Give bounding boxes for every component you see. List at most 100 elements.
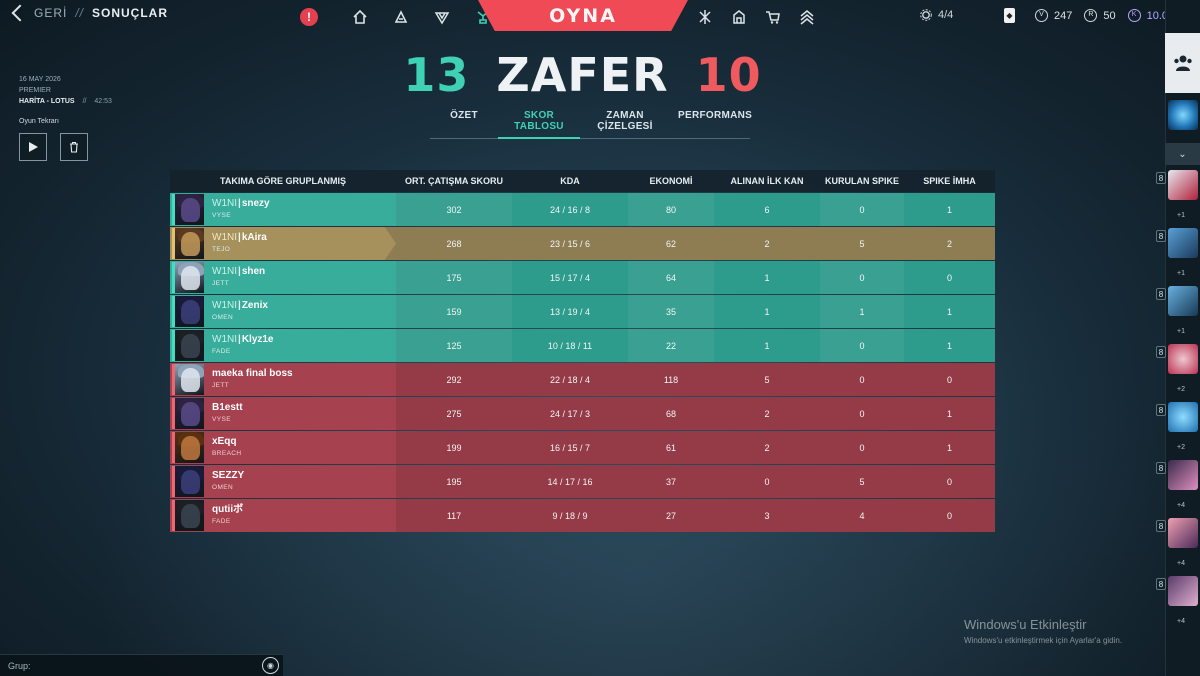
acs-value: 159 [396, 295, 512, 328]
friend-party-count: +1 [1177, 328, 1185, 335]
first-bloods-value: 5 [764, 374, 770, 385]
chevron-down-icon[interactable]: ⌄ [1165, 143, 1200, 165]
table-row[interactable]: W1NI|kAira TEJO 268 23 / 15 / 6 62 2 5 2 [170, 227, 995, 260]
tab-summary[interactable]: ÖZET [430, 106, 498, 139]
economy-value: 68 [665, 408, 676, 419]
defuses-value: 1 [946, 306, 952, 317]
store-icon[interactable] [763, 5, 783, 29]
rank-badge-icon: 8 [1156, 578, 1166, 590]
agents-icon[interactable] [389, 5, 413, 29]
gear-icon [920, 9, 932, 21]
economy-value: 61 [665, 442, 676, 453]
player-name: snezy [241, 197, 270, 209]
back-button[interactable]: GERİ // SONUÇLAR [8, 4, 168, 22]
kda-value: 24 / 16 / 8 [549, 204, 591, 215]
replay-delete-button[interactable] [60, 133, 88, 161]
player-cell[interactable]: W1NI|shen JETT [170, 261, 396, 294]
friend-avatar[interactable] [1168, 402, 1198, 432]
player-cell[interactable]: W1NI|kAira TEJO [170, 227, 396, 260]
col-defuses[interactable]: SPIKE İMHA [904, 176, 995, 186]
agent-portrait [172, 296, 204, 327]
col-first-bloods[interactable]: ALINAN İLK KAN [714, 176, 820, 186]
party-status[interactable]: 4/4 [920, 9, 953, 21]
plants-value: 0 [820, 261, 904, 294]
col-acs[interactable]: ORT. ÇATIŞMA SKORU [396, 176, 512, 186]
player-cell[interactable]: xEqq BREACH [170, 431, 396, 464]
plants-value: 0 [859, 408, 865, 419]
home-icon[interactable] [348, 5, 372, 29]
player-name: qutiiボ [212, 503, 244, 515]
table-row[interactable]: W1NI|shen JETT 175 15 / 17 / 4 64 1 0 0 [170, 261, 995, 294]
player-cell[interactable]: W1NI|Zenix OMEN [170, 295, 396, 328]
table-row[interactable]: qutiiボ FADE 117 9 / 18 / 9 27 3 4 0 [170, 499, 995, 532]
radianite-icon: R [1084, 9, 1098, 22]
col-economy[interactable]: EKONOMİ [628, 176, 714, 186]
collection-icon[interactable] [729, 5, 749, 29]
group-label: Grup: [8, 660, 31, 671]
radianite-value: 50 [1103, 9, 1116, 22]
team-separator: | [238, 299, 241, 311]
table-row[interactable]: xEqq BREACH 199 16 / 15 / 7 61 2 0 1 [170, 431, 995, 464]
premier-icon[interactable] [695, 5, 715, 29]
vp-value: 247 [1054, 9, 1073, 22]
defuses-value: 0 [946, 272, 952, 283]
acs-value: 175 [396, 261, 512, 294]
friend-avatar[interactable] [1168, 576, 1198, 606]
agent-name: FADE [212, 347, 231, 355]
player-team-tag: W1NI [212, 197, 237, 209]
group-chat-bar[interactable]: Grup: [0, 654, 283, 676]
agent-name: OMEN [212, 483, 234, 491]
col-plants[interactable]: KURULAN SPIKE [820, 176, 904, 186]
friend-avatar[interactable] [1168, 228, 1198, 258]
player-cell[interactable]: SEZZY OMEN [170, 465, 396, 498]
tab-scoreboard[interactable]: SKOR TABLOSU [498, 106, 580, 139]
defuses-value: 1 [946, 204, 952, 215]
friend-avatar[interactable] [1168, 518, 1198, 548]
col-group[interactable]: TAKIMA GÖRE GRUPLANMIŞ [170, 176, 396, 186]
match-score: 13 ZAFER 10 [0, 48, 1165, 102]
player-cell[interactable]: W1NI|Klyz1e FADE [170, 329, 396, 362]
tab-performance[interactable]: PERFORMANS [670, 106, 752, 139]
defuses-value: 2 [946, 238, 952, 249]
rank-badge-icon: 8 [1156, 172, 1166, 184]
table-row[interactable]: SEZZY OMEN 195 14 / 17 / 16 37 0 5 0 [170, 465, 995, 498]
table-row[interactable]: W1NI|Zenix OMEN 159 13 / 19 / 4 35 1 1 1 [170, 295, 995, 328]
plants-value: 4 [859, 510, 865, 521]
scoreboard: TAKIMA GÖRE GRUPLANMIŞ ORT. ÇATIŞMA SKOR… [170, 170, 995, 532]
agent-portrait [172, 330, 204, 361]
agent-portrait [172, 228, 204, 259]
agent-name: VYSE [212, 415, 231, 423]
economy-value: 37 [665, 476, 676, 487]
kda-value: 15 / 17 / 4 [549, 272, 591, 283]
acs-value: 195 [446, 476, 462, 487]
player-cell[interactable]: qutiiボ FADE [170, 499, 396, 532]
replay-play-button[interactable] [19, 133, 47, 161]
col-kda[interactable]: KDA [512, 176, 628, 186]
match-outcome: ZAFER [496, 48, 669, 102]
tab-timeline[interactable]: ZAMAN ÇİZELGESİ [580, 106, 670, 139]
table-row[interactable]: B1estt VYSE 275 24 / 17 / 3 68 2 0 1 [170, 397, 995, 430]
friends-button[interactable] [1165, 33, 1200, 93]
kda-value: 10 / 18 / 11 [547, 340, 593, 351]
rank-icon[interactable] [797, 5, 817, 29]
friend-avatar[interactable] [1168, 344, 1198, 374]
friend-avatar[interactable] [1168, 170, 1198, 200]
currency-bar[interactable]: ◆ V 247 R 50 K 10.000 [1004, 8, 1186, 23]
table-row[interactable]: W1NI|snezy VYSE 302 24 / 16 / 8 80 6 0 1 [170, 193, 995, 226]
alert-icon[interactable]: ! [300, 8, 318, 26]
friend-avatar[interactable] [1168, 460, 1198, 490]
play-icon [29, 142, 38, 152]
player-cell[interactable]: maeka final boss JETT [170, 363, 396, 396]
table-row[interactable]: maeka final boss JETT 292 22 / 18 / 4 11… [170, 363, 995, 396]
career-icon[interactable] [430, 5, 454, 29]
chat-toggle-icon[interactable]: ◉ [262, 657, 279, 674]
friend-party-count: +4 [1177, 618, 1185, 625]
player-name: SEZZY [212, 469, 245, 481]
friend-avatar[interactable] [1168, 286, 1198, 316]
play-button[interactable]: OYNA [478, 0, 688, 31]
top-bar: GERİ // SONUÇLAR ! OYNA 4/4 ◆ V 247 R 50… [0, 0, 1180, 34]
party-avatar[interactable] [1168, 100, 1198, 130]
player-cell[interactable]: W1NI|snezy VYSE [170, 193, 396, 226]
table-row[interactable]: W1NI|Klyz1e FADE 125 10 / 18 / 11 22 1 0… [170, 329, 995, 362]
player-cell[interactable]: B1estt VYSE [170, 397, 396, 430]
